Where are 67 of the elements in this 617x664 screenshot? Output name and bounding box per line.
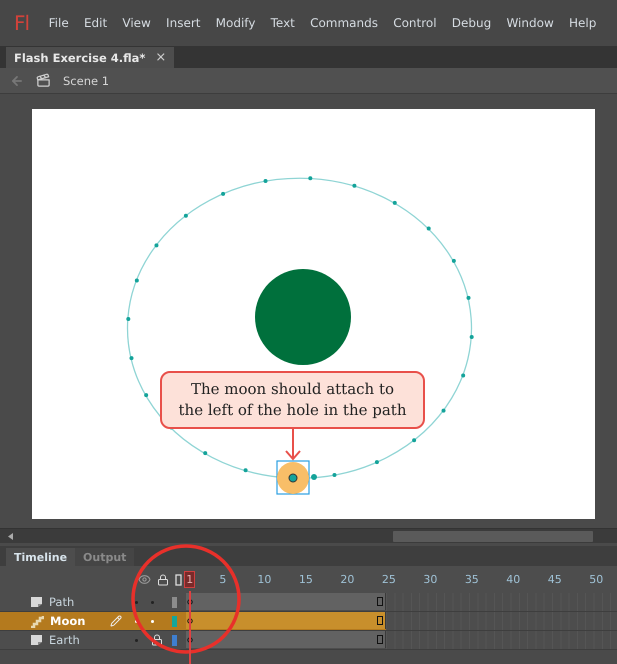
frame-number: 50 [589, 573, 604, 586]
frame-number: 45 [548, 573, 562, 586]
moon-circle[interactable] [276, 460, 310, 495]
layer-name: Moon [50, 614, 86, 628]
lock-icon[interactable] [151, 634, 163, 646]
frame-number: 10 [257, 573, 272, 586]
clapperboard-icon [36, 73, 51, 88]
menu-item[interactable]: Help [561, 16, 604, 30]
end-frame-icon [377, 616, 383, 625]
layer-name: Earth [49, 633, 81, 647]
end-frame-icon [377, 597, 383, 606]
keyframe-icon [187, 618, 193, 624]
menu-item[interactable]: File [41, 16, 76, 30]
layer-color-swatch[interactable] [172, 634, 177, 646]
frame-number: 25 [382, 573, 396, 586]
app-logo: Fl [14, 11, 30, 35]
scrollbar-thumb[interactable] [393, 530, 593, 542]
back-icon[interactable] [10, 74, 24, 88]
menu-item[interactable]: Debug [444, 16, 499, 30]
scene-name[interactable]: Scene 1 [63, 74, 110, 88]
layer-row[interactable]: Earth [0, 631, 617, 650]
frame-span[interactable] [186, 612, 386, 629]
lock-icon[interactable] [156, 574, 169, 586]
scroll-left-icon[interactable] [8, 532, 13, 540]
frame-number: 20 [340, 573, 354, 586]
frame-span[interactable] [186, 631, 386, 648]
menu-item[interactable]: Modify [208, 16, 264, 30]
keyframe-icon [187, 637, 193, 643]
layer-row[interactable]: Path [0, 593, 617, 612]
menu-item[interactable]: View [114, 16, 158, 30]
frame-span[interactable] [186, 593, 386, 610]
layer-name: Path [49, 595, 76, 609]
frame-number: 15 [298, 573, 313, 586]
layer-icon [30, 596, 43, 608]
menu-item[interactable]: Edit [76, 16, 115, 30]
lock-dot[interactable] [151, 600, 154, 604]
menu-item[interactable]: Text [263, 16, 302, 30]
tab-title: Flash Exercise 4.fla* [14, 50, 146, 64]
menu-item[interactable]: Commands [302, 16, 386, 30]
path-endpoint [311, 474, 317, 480]
menu-item[interactable]: Insert [158, 16, 208, 30]
callout-arrow [285, 429, 301, 461]
playhead-frame[interactable]: 1 [184, 571, 196, 588]
eye-icon[interactable] [138, 573, 151, 586]
menu-item[interactable]: Window [498, 16, 562, 30]
layer-row[interactable]: Moon [0, 612, 617, 631]
frame-number: 5 [219, 573, 226, 586]
document-tab[interactable]: Flash Exercise 4.fla* × [6, 47, 174, 68]
guided-layer-icon [30, 614, 44, 628]
callout-text: The moon should attach to the left of the hole in the path [160, 371, 425, 429]
close-icon[interactable]: × [155, 50, 166, 65]
visibility-dot[interactable] [135, 620, 138, 622]
frame-number: 30 [423, 573, 438, 586]
end-frame-icon [377, 635, 383, 644]
keyframe-icon [187, 599, 193, 605]
frame-number: 35 [464, 573, 479, 586]
outline-icon[interactable] [174, 574, 182, 586]
frame-number: 40 [506, 573, 520, 586]
pencil-icon [110, 615, 122, 627]
visibility-dot[interactable] [135, 600, 138, 604]
visibility-dot[interactable] [135, 638, 138, 642]
panel-tab[interactable]: Timeline [6, 548, 76, 566]
layer-icon [30, 634, 43, 646]
menu-item[interactable]: Control [386, 16, 444, 30]
layer-color-swatch[interactable] [172, 596, 177, 608]
lock-dot[interactable] [151, 620, 154, 622]
layer-color-swatch[interactable] [172, 616, 177, 626]
